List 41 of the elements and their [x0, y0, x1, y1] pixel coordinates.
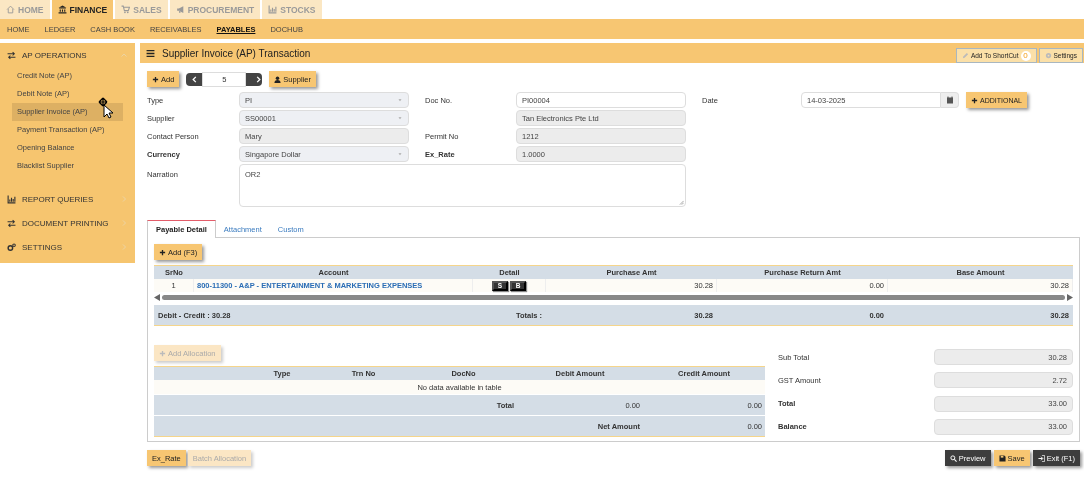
chevron-left-icon	[190, 75, 198, 83]
sidebar-section[interactable]: SETTINGS	[22, 242, 62, 252]
settings-icon	[1044, 52, 1052, 59]
arrows-icon	[7, 50, 16, 60]
user-icon	[274, 75, 282, 83]
exit-icon	[1037, 454, 1045, 462]
arrows-icon	[7, 218, 16, 228]
sidebar-section[interactable]: DOCUMENT PRINTING	[22, 218, 109, 228]
panel-title: Supplier Invoice (AP) Transaction	[162, 47, 311, 59]
bank-icon	[57, 5, 67, 14]
module-tab[interactable]: FINANCE	[51, 0, 114, 19]
calendar-button[interactable]	[941, 92, 959, 108]
search-icon	[949, 454, 957, 462]
home-icon	[6, 5, 15, 14]
cart-icon	[121, 5, 131, 14]
plus-icon	[159, 349, 166, 357]
gears-icon	[7, 242, 16, 252]
sidebar-section[interactable]: AP OPERATIONS	[22, 50, 87, 60]
scrollbar-thumb[interactable]	[162, 294, 1065, 300]
cursor-icon	[98, 97, 116, 119]
menu-icon	[146, 48, 155, 58]
caret-icon	[397, 151, 403, 157]
resize-grip-icon	[678, 199, 684, 205]
count-badge: 0	[1020, 50, 1031, 61]
horizontal-scrollbar[interactable]	[154, 293, 1073, 301]
caret-icon	[397, 115, 403, 121]
bar-chart-icon	[268, 5, 278, 14]
caret-icon	[397, 97, 403, 103]
plus-icon	[971, 96, 978, 104]
calendar-icon	[945, 96, 954, 104]
previous-button[interactable]	[186, 72, 203, 86]
scroll-right-icon[interactable]	[1067, 293, 1073, 301]
next-button[interactable]	[246, 72, 263, 86]
plus-icon	[152, 75, 159, 83]
bar-chart-icon	[7, 194, 16, 204]
plus-icon	[159, 248, 166, 256]
sidebar-section[interactable]: REPORT QUERIES	[22, 194, 94, 204]
chevron-right-icon	[255, 75, 263, 83]
pencil-icon	[961, 52, 969, 59]
megaphone-icon	[175, 5, 185, 14]
scroll-left-icon[interactable]	[154, 293, 160, 301]
